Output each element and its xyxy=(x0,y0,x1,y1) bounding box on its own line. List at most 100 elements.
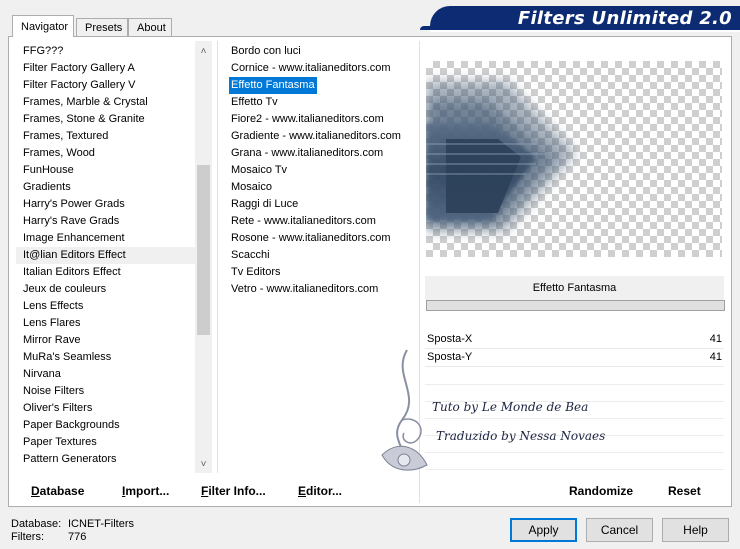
filter-row[interactable]: Mosaico xyxy=(229,179,419,196)
cancel-button[interactable]: Cancel xyxy=(586,518,653,542)
category-item[interactable]: Harry's Rave Grads xyxy=(16,213,196,230)
category-list[interactable]: FFG??? Filter Factory Gallery A Filter Fac… xyxy=(16,43,196,473)
filter-item[interactable]: Rete - www.italianeditors.com xyxy=(229,213,378,230)
filter-info-button[interactable]: Filter Info... xyxy=(201,483,266,499)
category-item[interactable]: Harry's Power Grads xyxy=(16,196,196,213)
tab-navigator-label: Navigator xyxy=(21,21,69,33)
effect-preview xyxy=(426,61,722,257)
filter-row[interactable]: Raggi di Luce xyxy=(229,196,419,213)
effect-name-text: Effetto Fantasma xyxy=(532,282,617,294)
apply-button-label: Apply xyxy=(528,523,559,537)
filter-item[interactable]: Cornice - www.italianeditors.com xyxy=(229,60,393,77)
category-item[interactable]: Noise Filters xyxy=(16,383,196,400)
category-item[interactable]: It@lian Editors Effect xyxy=(16,247,196,264)
category-item[interactable]: Pattern Generators xyxy=(16,451,196,468)
category-item[interactable]: Frames, Textured xyxy=(16,128,196,145)
category-item[interactable]: Jeux de couleurs xyxy=(16,281,196,298)
effect-name-label: Effetto Fantasma xyxy=(425,276,724,300)
category-item[interactable]: Lens Flares xyxy=(16,315,196,332)
randomize-button-label: Randomize xyxy=(569,484,634,498)
tab-about-label: About xyxy=(137,22,166,34)
tab-navigator[interactable]: Navigator xyxy=(12,15,74,37)
filter-item[interactable]: Scacchi xyxy=(229,247,272,264)
filter-row[interactable]: Bordo con luci xyxy=(229,43,419,60)
filter-item[interactable]: Raggi di Luce xyxy=(229,196,300,213)
filter-row[interactable]: Gradiente - www.italianeditors.com xyxy=(229,128,419,145)
tab-presets[interactable]: Presets xyxy=(76,18,128,36)
editor-button-label: Editor... xyxy=(298,484,343,498)
watermark-line1: Tuto by Le Monde de Bea xyxy=(432,400,589,414)
category-item[interactable]: MuRa's Seamless xyxy=(16,349,196,366)
help-button-label: Help xyxy=(683,523,708,537)
filter-item[interactable]: Effetto Tv xyxy=(229,94,280,111)
status-database: Database: ICNET-Filters xyxy=(11,518,134,530)
app-title: Filters Unlimited 2.0 xyxy=(517,8,732,29)
cancel-button-label: Cancel xyxy=(600,523,639,537)
tab-presets-label: Presets xyxy=(85,22,123,34)
status-filters-label: Filters: xyxy=(11,531,44,543)
filter-row[interactable]: Vetro - www.italianeditors.com xyxy=(229,281,419,298)
category-item[interactable]: Mirror Rave xyxy=(16,332,196,349)
param-sposta-x-value: 41 xyxy=(709,333,722,345)
filter-row[interactable]: Scacchi xyxy=(229,247,419,264)
filter-item[interactable]: Fiore2 - www.italianeditors.com xyxy=(229,111,386,128)
editor-button[interactable]: Editor... xyxy=(298,483,342,499)
reset-button[interactable]: Reset xyxy=(668,483,701,499)
preview-image xyxy=(426,81,576,231)
scroll-down-icon[interactable]: ˅ xyxy=(195,456,212,473)
category-item[interactable]: Paper Backgrounds xyxy=(16,417,196,434)
reset-button-label: Reset xyxy=(668,484,701,498)
filter-item[interactable]: Effetto Fantasma xyxy=(228,76,318,95)
category-item[interactable]: Frames, Wood xyxy=(16,145,196,162)
category-item[interactable]: Italian Editors Effect xyxy=(16,264,196,281)
category-item[interactable]: Oliver's Filters xyxy=(16,400,196,417)
category-item[interactable]: Gradients xyxy=(16,179,196,196)
param-sposta-y-value: 41 xyxy=(709,351,722,363)
filter-row[interactable]: Effetto Tv xyxy=(229,94,419,111)
category-item[interactable]: Filter Factory Gallery A xyxy=(16,60,196,77)
filter-row[interactable]: Rosone - www.italianeditors.com xyxy=(229,230,419,247)
filter-info-button-label: Filter Info... xyxy=(201,484,266,498)
filter-row[interactable]: Rete - www.italianeditors.com xyxy=(229,213,419,230)
status-filters: Filters: 776 xyxy=(11,531,86,543)
category-item[interactable]: Filter Factory Gallery V xyxy=(16,77,196,94)
list-divider xyxy=(217,41,218,473)
filter-row[interactable]: Cornice - www.italianeditors.com xyxy=(229,60,419,77)
watermark-flourish xyxy=(381,349,428,471)
scroll-thumb[interactable] xyxy=(197,165,210,335)
help-button[interactable]: Help xyxy=(662,518,729,542)
watermark-line2: Traduzido by Nessa Novaes xyxy=(436,429,606,443)
category-item[interactable]: Lens Effects xyxy=(16,298,196,315)
filter-item[interactable]: Mosaico xyxy=(229,179,274,196)
category-item[interactable]: Paper Textures xyxy=(16,434,196,451)
effect-name-bar xyxy=(426,300,725,311)
category-item[interactable]: FunHouse xyxy=(16,162,196,179)
filter-row[interactable]: Grana - www.italianeditors.com xyxy=(229,145,419,162)
import-button[interactable]: Import... xyxy=(122,483,169,499)
status-filters-value: 776 xyxy=(68,531,87,543)
filter-list[interactable]: Bordo con luci Cornice - www.italianedito… xyxy=(228,43,419,298)
filter-row[interactable]: Fiore2 - www.italianeditors.com xyxy=(229,111,419,128)
title-banner: Filters Unlimited 2.0 xyxy=(430,6,740,32)
category-item[interactable]: Frames, Marble & Crystal xyxy=(16,94,196,111)
randomize-button[interactable]: Randomize xyxy=(569,483,633,499)
filter-item[interactable]: Tv Editors xyxy=(229,264,283,281)
filter-row[interactable]: Tv Editors xyxy=(229,264,419,281)
filter-item[interactable]: Grana - www.italianeditors.com xyxy=(229,145,385,162)
filter-item[interactable]: Gradiente - www.italianeditors.com xyxy=(229,128,403,145)
scroll-up-icon[interactable]: ˄ xyxy=(195,43,212,60)
filter-item[interactable]: Vetro - www.italianeditors.com xyxy=(229,281,380,298)
category-item[interactable]: Frames, Stone & Granite xyxy=(16,111,196,128)
category-item[interactable]: Image Enhancement xyxy=(16,230,196,247)
category-item[interactable]: FFG??? xyxy=(16,43,196,60)
filter-item[interactable]: Mosaico Tv xyxy=(229,162,289,179)
filter-row[interactable]: Effetto Fantasma xyxy=(228,76,419,95)
apply-button[interactable]: Apply xyxy=(510,518,577,542)
filter-row[interactable]: Mosaico Tv xyxy=(229,162,419,179)
category-item[interactable]: Nirvana xyxy=(16,366,196,383)
tab-about[interactable]: About xyxy=(128,18,172,36)
status-database-label: Database: xyxy=(11,518,62,530)
filter-item[interactable]: Rosone - www.italianeditors.com xyxy=(229,230,393,247)
filter-item[interactable]: Bordo con luci xyxy=(229,43,303,60)
database-button[interactable]: Database xyxy=(31,483,84,499)
